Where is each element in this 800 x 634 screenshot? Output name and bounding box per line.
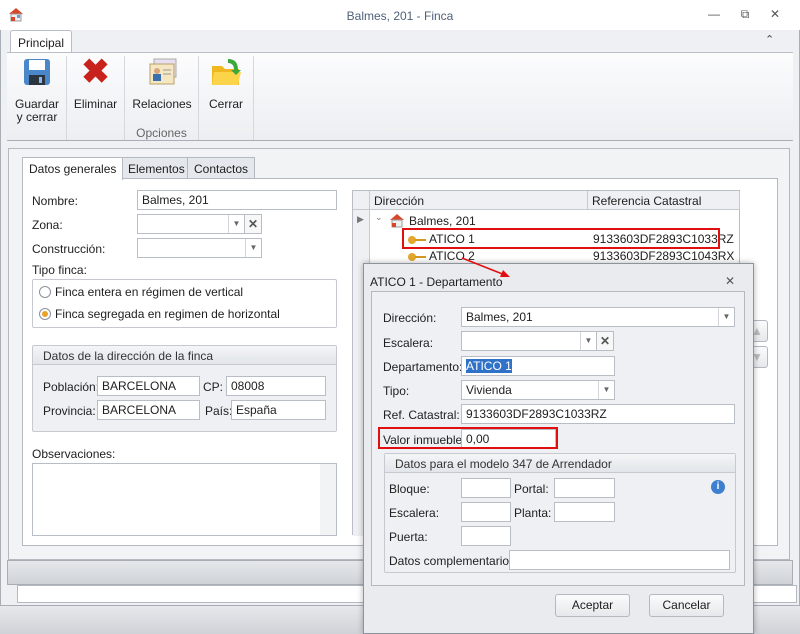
tipo-finca-group: Finca entera en régimen de vertical Finc… — [32, 279, 337, 328]
relations-button[interactable]: Relaciones — [126, 56, 198, 111]
direccion-label: Dirección: — [383, 311, 437, 325]
poblacion-label: Población: — [43, 380, 100, 394]
chevron-down-icon[interactable]: ▼ — [598, 381, 614, 399]
group-header: Datos para el modelo 347 de Arrendador — [385, 454, 735, 473]
column-header-referencia[interactable]: Referencia Catastral — [588, 191, 740, 210]
chevron-down-icon[interactable]: ⌄ — [375, 212, 383, 223]
escalera-select[interactable]: ▼ — [461, 331, 597, 351]
minimize-button[interactable]: — — [706, 7, 722, 23]
clear-escalera-button[interactable]: ✕ — [596, 331, 614, 351]
construccion-select[interactable]: ▼ — [137, 238, 262, 258]
key-icon — [408, 249, 426, 263]
portal-input[interactable] — [554, 478, 615, 498]
chevron-down-icon[interactable]: ▼ — [228, 215, 244, 233]
tipo-finca-label: Tipo finca: — [32, 263, 87, 277]
puerta-label: Puerta: — [389, 530, 428, 544]
tree-root-label: Balmes, 201 — [409, 214, 476, 228]
group-header: Datos de la dirección de la finca — [33, 346, 336, 365]
tab-contactos[interactable]: Contactos — [187, 157, 256, 179]
direccion-finca-group: Datos de la dirección de la finca Poblac… — [32, 345, 337, 432]
tipo-label: Tipo: — [383, 384, 410, 398]
ref-catastral-label: Ref. Catastral: — [383, 408, 460, 422]
zona-label: Zona: — [32, 218, 63, 232]
highlight-box — [378, 427, 558, 449]
separator — [198, 56, 199, 140]
close-form-button[interactable]: Cerrar — [200, 56, 252, 111]
pais-input[interactable]: España — [231, 400, 326, 420]
contact-cards-icon — [146, 56, 178, 88]
button-label: Eliminar — [73, 97, 118, 111]
scrollbar[interactable] — [320, 464, 336, 535]
radio-horizontal[interactable] — [39, 308, 51, 320]
accept-button[interactable]: Aceptar — [555, 594, 630, 617]
save-close-button[interactable]: Guardar y cerrar — [10, 56, 64, 124]
nombre-input[interactable]: Balmes, 201 — [137, 190, 337, 210]
puerta-input[interactable] — [461, 526, 511, 546]
bloque-label: Bloque: — [389, 482, 430, 496]
delete-button[interactable]: ✖ Eliminar — [68, 53, 123, 111]
modelo-347-group: Datos para el modelo 347 de Arrendador B… — [384, 453, 736, 573]
button-label: y cerrar — [16, 110, 58, 124]
provincia-label: Provincia: — [43, 404, 96, 418]
dialog-close-button[interactable]: ✕ — [725, 274, 735, 288]
highlight-box — [402, 228, 720, 249]
ribbon-collapse-icon[interactable]: ⌃ — [765, 33, 774, 46]
dialog-body: Dirección: Balmes, 201 ▼ Escalera: ▼ ✕ De… — [371, 291, 745, 586]
close-button[interactable]: ✕ — [767, 7, 783, 23]
window-title: Balmes, 201 - Finca — [346, 9, 454, 23]
floppy-disk-icon — [21, 56, 53, 88]
radio-vertical[interactable] — [39, 286, 51, 298]
red-x-icon: ✖ — [81, 53, 110, 91]
info-icon[interactable]: i — [711, 480, 725, 494]
planta-label: Planta: — [514, 506, 552, 520]
escalera-347-input[interactable] — [461, 502, 511, 522]
button-label: Cerrar — [208, 97, 243, 111]
chevron-down-icon[interactable]: ▼ — [580, 332, 596, 350]
column-header-direccion[interactable]: Dirección — [370, 191, 588, 210]
chevron-down-icon[interactable]: ▼ — [245, 239, 261, 257]
red-arrow — [461, 257, 510, 277]
ribbon-tab-principal[interactable]: Principal — [10, 30, 72, 53]
provincia-input[interactable]: BARCELONA — [97, 400, 200, 420]
separator — [66, 56, 67, 140]
observaciones-label: Observaciones: — [32, 447, 116, 461]
direccion-select[interactable]: Balmes, 201 ▼ — [461, 307, 735, 327]
planta-input[interactable] — [554, 502, 615, 522]
escalera-347-label: Escalera: — [389, 506, 440, 520]
radio-label: Finca segregada en regimen de horizontal — [55, 307, 280, 321]
construccion-label: Construcción: — [32, 242, 106, 256]
departamento-label: Departamento: — [383, 360, 463, 374]
zona-select[interactable]: ▼ — [137, 214, 245, 234]
datos-complementarios-input[interactable] — [509, 550, 730, 570]
tab-datos-generales[interactable]: Datos generales — [22, 157, 124, 180]
departamento-input[interactable]: ATICO 1 — [461, 356, 615, 376]
datos-complementarios-label: Datos complementarios: — [389, 554, 519, 568]
bloque-input[interactable] — [461, 478, 511, 498]
cp-label: CP: — [203, 380, 224, 394]
departamento-dialog: ATICO 1 - Departamento ✕ Dirección: Balm… — [363, 263, 754, 634]
indicator-header — [353, 191, 370, 210]
chevron-down-icon[interactable]: ▼ — [718, 308, 734, 326]
folder-arrow-icon — [210, 56, 242, 88]
cancel-button[interactable]: Cancelar — [649, 594, 724, 617]
tipo-select[interactable]: Vivienda ▼ — [461, 380, 615, 400]
portal-label: Portal: — [514, 482, 549, 496]
poblacion-input[interactable]: BARCELONA — [97, 376, 200, 396]
radio-label: Finca entera en régimen de vertical — [55, 285, 244, 299]
button-label: Relaciones — [132, 97, 192, 111]
pais-label: País: — [205, 404, 233, 418]
row-ref: 9133603DF2893C1043RX — [593, 249, 735, 263]
nombre-label: Nombre: — [32, 194, 79, 208]
clear-zona-button[interactable]: ✕ — [244, 214, 262, 234]
separator — [253, 56, 254, 140]
title-bar: Balmes, 201 - Finca — ⧉ ✕ — [0, 0, 800, 30]
group-label-opciones: Opciones — [136, 126, 187, 140]
observaciones-textarea[interactable] — [32, 463, 337, 536]
restore-button[interactable]: ⧉ — [737, 7, 753, 23]
escalera-label: Escalera: — [383, 336, 434, 350]
cp-input[interactable]: 08008 — [226, 376, 326, 396]
ref-catastral-input[interactable]: 9133603DF2893C1033RZ — [461, 404, 735, 424]
tab-elementos[interactable]: Elementos — [121, 157, 192, 179]
